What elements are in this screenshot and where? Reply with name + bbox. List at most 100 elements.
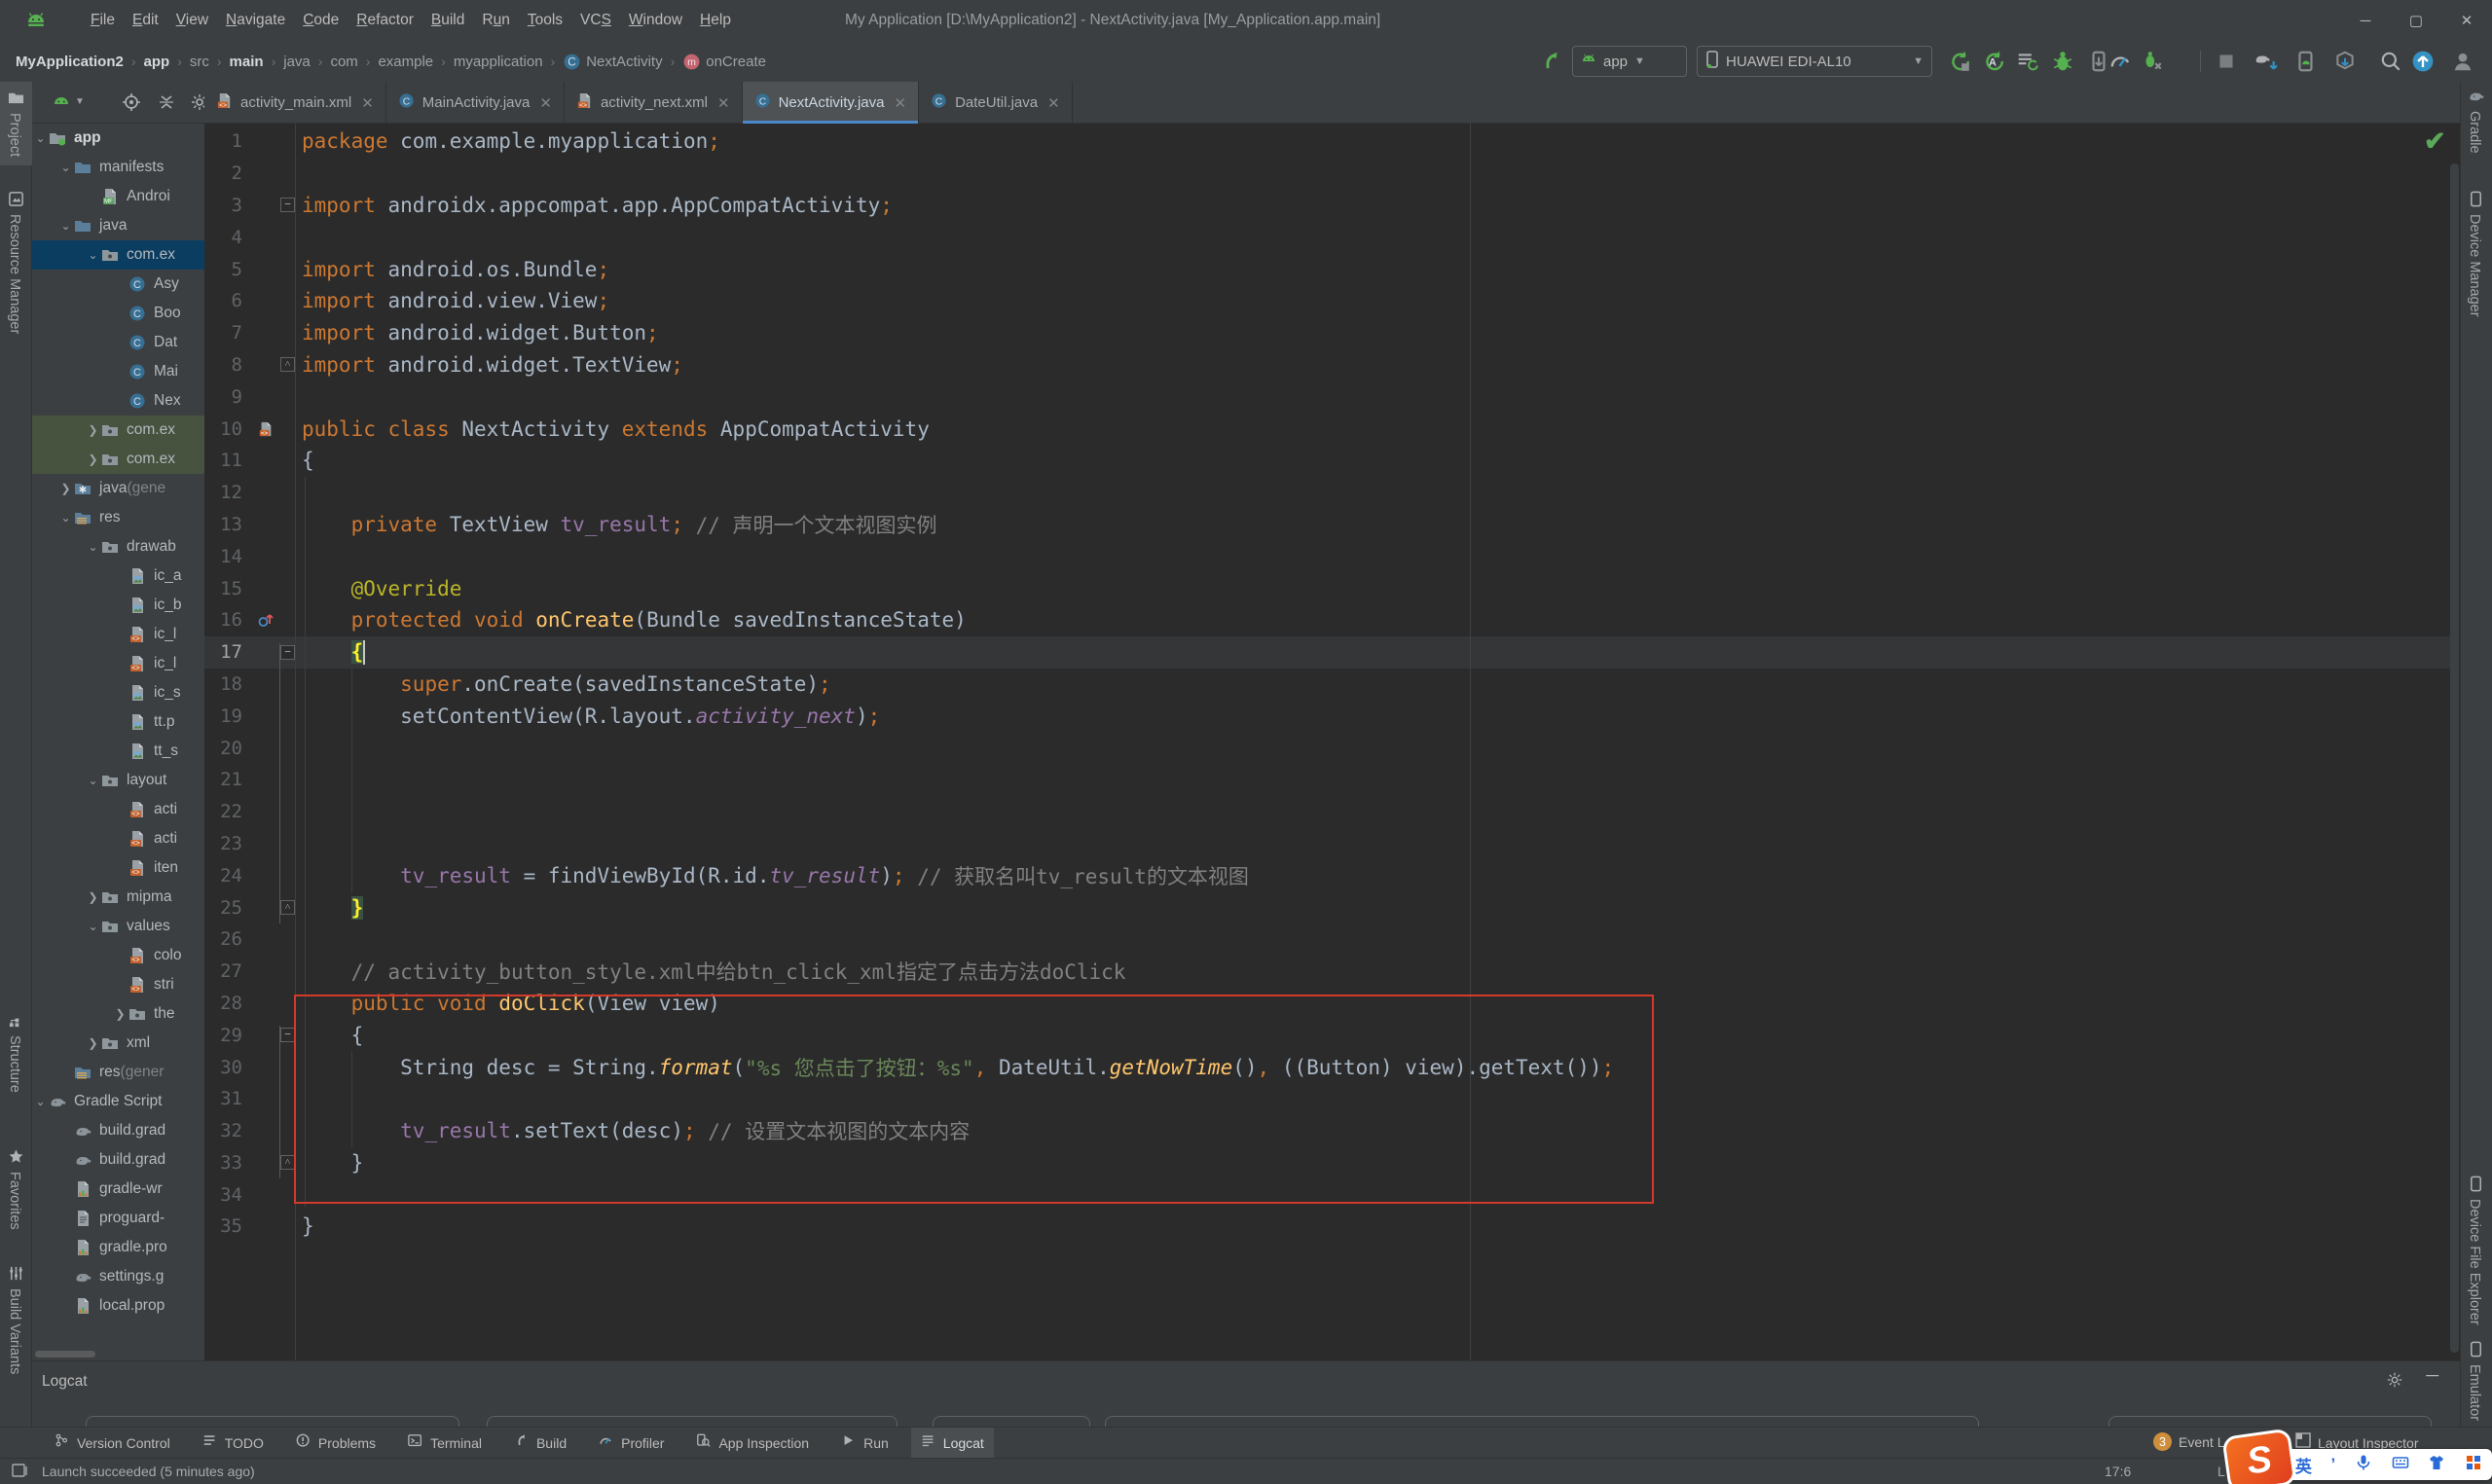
line-number[interactable]: 20 — [204, 738, 251, 759]
chevron-down-icon[interactable]: ⌄ — [85, 774, 101, 787]
line-number[interactable]: 16 — [204, 609, 251, 631]
tool-strip-emulator[interactable]: Emulator — [2467, 1364, 2482, 1421]
chevron-right-icon[interactable]: ❯ — [85, 423, 101, 437]
tree-item-manifests[interactable]: ⌄ manifests — [32, 153, 204, 182]
logcat-filter-dropdown[interactable] — [2108, 1416, 2432, 1427]
tree-item-com.ex[interactable]: ❯ com.ex — [32, 445, 204, 474]
tool-strip-resource-manager[interactable]: Resource Manager — [7, 214, 22, 334]
tree-item-java[interactable]: ⌄ java — [32, 211, 204, 240]
line-number[interactable]: 9 — [204, 386, 251, 408]
android-project-view-icon[interactable] — [52, 92, 71, 117]
debug-icon[interactable] — [2048, 47, 2077, 76]
line-number[interactable]: 11 — [204, 450, 251, 471]
breadcrumb-item[interactable]: MyApplication2 — [14, 54, 126, 70]
tree-item-app[interactable]: ⌄ app — [32, 124, 204, 153]
event-log-button[interactable]: 3 Event L — [2153, 1432, 2224, 1451]
line-number[interactable]: 35 — [204, 1215, 251, 1237]
tool-strip-device-manager[interactable]: Device Manager — [2467, 214, 2482, 317]
tree-item-Gradle Script[interactable]: ⌄ Gradle Script — [32, 1087, 204, 1116]
sogou-ime-logo[interactable]: S — [2221, 1428, 2297, 1484]
chevron-down-icon[interactable]: ⌄ — [57, 161, 74, 174]
locate-file-icon[interactable] — [122, 92, 141, 117]
line-number[interactable]: 27 — [204, 960, 251, 982]
line-number[interactable]: 26 — [204, 928, 251, 950]
tree-item-ic_b[interactable]: ic_b — [32, 591, 204, 620]
run-configuration-select[interactable]: app ▼ — [1572, 46, 1687, 77]
chevron-right-icon[interactable]: ❯ — [85, 452, 101, 466]
tree-item-ic_a[interactable]: ic_a — [32, 561, 204, 591]
apply-changes-icon[interactable]: A — [1979, 47, 2008, 76]
line-number[interactable]: 13 — [204, 514, 251, 535]
fold-marker[interactable]: − — [280, 644, 302, 660]
tree-item-tt_s[interactable]: tt_s — [32, 737, 204, 766]
menu-refactor[interactable]: Refactor — [348, 12, 422, 29]
chevron-right-icon[interactable]: ❯ — [57, 482, 74, 495]
chevron-down-icon[interactable]: ⌄ — [85, 248, 101, 262]
tree-item-drawab[interactable]: ⌄ drawab — [32, 532, 204, 561]
line-number[interactable]: 1 — [204, 130, 251, 152]
sync-list-icon[interactable] — [2013, 47, 2042, 76]
overrides-method-gutter-icon[interactable] — [251, 611, 280, 629]
tool-window-button-version-control[interactable]: Version Control — [45, 1428, 180, 1459]
device-manager-icon[interactable] — [2291, 47, 2321, 76]
tree-item-acti[interactable]: <> acti — [32, 795, 204, 824]
breadcrumb-item[interactable]: app — [142, 54, 172, 70]
line-number[interactable]: 28 — [204, 993, 251, 1014]
avatar-icon[interactable] — [2448, 47, 2477, 76]
line-number[interactable]: 18 — [204, 673, 251, 695]
tree-item-res[interactable]: res (gener — [32, 1058, 204, 1087]
tool-window-button-problems[interactable]: Problems — [286, 1428, 385, 1459]
chevron-down-icon[interactable]: ⌄ — [32, 1095, 49, 1108]
menu-help[interactable]: Help — [691, 12, 740, 29]
line-number[interactable]: 30 — [204, 1057, 251, 1078]
debug-x-icon[interactable] — [2138, 47, 2167, 76]
tool-strip-gradle[interactable]: Gradle — [2467, 111, 2482, 154]
logcat-level-dropdown[interactable] — [933, 1416, 1090, 1427]
chevron-down-icon[interactable]: ⌄ — [85, 920, 101, 933]
close-tab-icon[interactable]: ✕ — [717, 94, 730, 112]
breadcrumb-item[interactable]: C NextActivity — [561, 53, 664, 71]
line-number[interactable]: 10 — [204, 418, 251, 440]
line-ending-widget[interactable]: L — [2217, 1464, 2225, 1479]
menu-file[interactable]: File — [82, 12, 124, 29]
tree-item-Dat[interactable]: C Dat — [32, 328, 204, 357]
fold-marker[interactable]: ˄ — [280, 357, 302, 373]
search-icon[interactable] — [2376, 47, 2405, 76]
tree-item-ic_l[interactable]: <> ic_l — [32, 620, 204, 649]
line-number[interactable]: 17 — [204, 641, 251, 663]
tree-item-colo[interactable]: <> colo — [32, 941, 204, 970]
close-tab-icon[interactable]: ✕ — [895, 94, 907, 112]
tree-item-tt.p[interactable]: tt.p — [32, 707, 204, 737]
line-number[interactable]: 23 — [204, 833, 251, 854]
tree-item-Androi[interactable]: MF Androi — [32, 182, 204, 211]
status-message[interactable]: Launch succeeded (5 minutes ago) — [42, 1464, 255, 1479]
tree-item-local.prop[interactable]: local.prop — [32, 1291, 204, 1321]
tree-item-xml[interactable]: ❯ xml — [32, 1029, 204, 1058]
caret-position-widget[interactable]: 17:6 — [2105, 1464, 2131, 1479]
minimize-button[interactable]: ─ — [2340, 0, 2391, 41]
tool-strip-favorites[interactable]: Favorites — [7, 1172, 22, 1230]
tree-item-Asy[interactable]: C Asy — [32, 270, 204, 299]
breadcrumb-item[interactable]: myapplication — [452, 54, 545, 70]
gear-icon[interactable] — [2386, 1371, 2403, 1394]
run-restart-icon[interactable] — [1945, 47, 1974, 76]
chevron-down-icon[interactable]: ⌄ — [57, 511, 74, 525]
line-number[interactable]: 3 — [204, 195, 251, 216]
tree-item-build.grad[interactable]: build.grad — [32, 1145, 204, 1175]
line-number[interactable]: 15 — [204, 578, 251, 599]
breadcrumb-item[interactable]: com — [328, 54, 359, 70]
menu-build[interactable]: Build — [422, 12, 473, 29]
line-number[interactable]: 12 — [204, 482, 251, 503]
line-number[interactable]: 25 — [204, 897, 251, 919]
menu-edit[interactable]: Edit — [124, 12, 167, 29]
ime-key-mic[interactable] — [2355, 1454, 2372, 1476]
stop-icon[interactable] — [2212, 47, 2241, 76]
tab-NextActivity.java[interactable]: C NextActivity.java ✕ — [742, 82, 920, 124]
tree-item-Nex[interactable]: C Nex — [32, 386, 204, 416]
chevron-right-icon[interactable]: ❯ — [85, 890, 101, 904]
ime-key-char[interactable]: ’ — [2331, 1455, 2336, 1474]
related-xml-gutter-icon[interactable]: <> — [251, 421, 280, 437]
line-number[interactable]: 5 — [204, 259, 251, 280]
chevron-down-icon[interactable]: ⌄ — [57, 219, 74, 233]
line-number[interactable]: 24 — [204, 865, 251, 887]
